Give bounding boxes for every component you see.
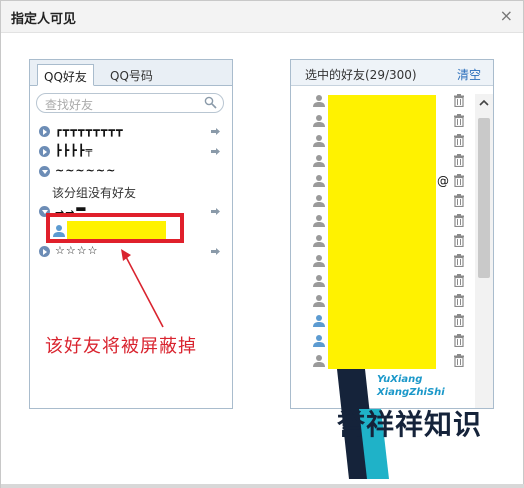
group-row[interactable]: ┣┣┣┣╤ xyxy=(30,142,232,162)
dialog-window: 指定人可见 × QQ好友 QQ号码 查找好友 ┏┳┳┳┳┳┳┳┳ ┣┣┣┣╤ ~… xyxy=(0,0,524,488)
redacted-selected-names xyxy=(328,95,436,369)
trash-icon[interactable] xyxy=(453,214,465,227)
avatar-icon xyxy=(313,335,325,347)
avatar-icon xyxy=(313,95,325,107)
trash-icon[interactable] xyxy=(453,134,465,147)
add-group-arrow-icon[interactable] xyxy=(211,208,220,215)
collapse-icon[interactable] xyxy=(39,166,50,177)
group-row[interactable]: ┏┳┳┳┳┳┳┳┳ xyxy=(30,122,232,142)
avatar-icon xyxy=(313,215,325,227)
avatar-icon xyxy=(313,235,325,247)
add-group-arrow-icon[interactable] xyxy=(211,128,220,135)
avatar-icon xyxy=(313,355,325,367)
avatar-icon xyxy=(53,225,65,237)
trash-icon[interactable] xyxy=(453,94,465,107)
trash-icon[interactable] xyxy=(453,274,465,287)
group-name: ┣┣┣┣╤ xyxy=(55,144,94,157)
tab-qq-number[interactable]: QQ号码 xyxy=(104,64,170,86)
at-symbol: @ xyxy=(437,174,449,188)
avatar-icon xyxy=(313,295,325,307)
trash-icon[interactable] xyxy=(453,354,465,367)
trash-icon[interactable] xyxy=(453,254,465,267)
avatar-icon xyxy=(313,315,325,327)
search-input[interactable]: 查找好友 xyxy=(36,93,224,113)
add-group-arrow-icon[interactable] xyxy=(211,248,220,255)
search-icon[interactable] xyxy=(204,96,217,109)
empty-group-note: 该分组没有好友 xyxy=(52,186,137,200)
trash-icon[interactable] xyxy=(453,314,465,327)
dialog-title: 指定人可见 xyxy=(11,12,77,27)
add-group-arrow-icon[interactable] xyxy=(211,148,220,155)
watermark-text: 誉祥祥知识 xyxy=(337,408,483,441)
trash-icon[interactable] xyxy=(453,294,465,307)
tab-bar: QQ好友 QQ号码 xyxy=(30,60,232,86)
watermark-line2: XiangZhiShi xyxy=(377,387,445,398)
trash-icon[interactable] xyxy=(453,154,465,167)
scrollbar[interactable] xyxy=(475,94,493,408)
selected-header: 选中的好友(29/300) 清空 xyxy=(291,60,493,86)
title-bar: 指定人可见 × xyxy=(1,1,523,33)
close-icon[interactable]: × xyxy=(500,6,513,25)
bottom-scrollbar xyxy=(1,484,524,488)
avatar-icon xyxy=(313,135,325,147)
expand-icon[interactable] xyxy=(39,126,50,137)
group-name: ~~~~~~ xyxy=(55,164,117,177)
chevron-up-icon[interactable] xyxy=(478,97,490,109)
selected-friends-panel: 选中的好友(29/300) 清空 @ xyxy=(290,59,494,409)
expand-icon[interactable] xyxy=(39,146,50,157)
group-name: ☆☆☆☆ xyxy=(55,244,99,257)
trash-icon[interactable] xyxy=(453,114,465,127)
trash-icon[interactable] xyxy=(453,334,465,347)
scroll-thumb[interactable] xyxy=(478,118,490,278)
watermark-line1: YuXiang xyxy=(377,374,423,385)
redacted-friend-name[interactable] xyxy=(67,221,166,239)
tab-qq-friends[interactable]: QQ好友 xyxy=(37,64,94,86)
annotation-text: 该好友将被屏蔽掉 xyxy=(45,336,197,357)
trash-icon[interactable] xyxy=(453,234,465,247)
group-row[interactable]: ~~~~~~ xyxy=(30,162,232,182)
avatar-icon xyxy=(313,175,325,187)
avatar-icon xyxy=(313,275,325,287)
search-placeholder: 查找好友 xyxy=(45,98,94,112)
avatar-icon xyxy=(313,255,325,267)
annotation-arrow xyxy=(121,249,164,328)
selected-count: 选中的好友(29/300) xyxy=(305,68,417,82)
trash-icon[interactable] xyxy=(453,174,465,187)
avatar-icon xyxy=(313,195,325,207)
group-name: ┏┳┳┳┳┳┳┳┳ xyxy=(55,124,124,137)
avatar-icon xyxy=(313,155,325,167)
trash-icon[interactable] xyxy=(453,194,465,207)
clear-button[interactable]: 清空 xyxy=(457,66,481,83)
avatar-icon xyxy=(313,115,325,127)
expand-icon[interactable] xyxy=(39,246,50,257)
